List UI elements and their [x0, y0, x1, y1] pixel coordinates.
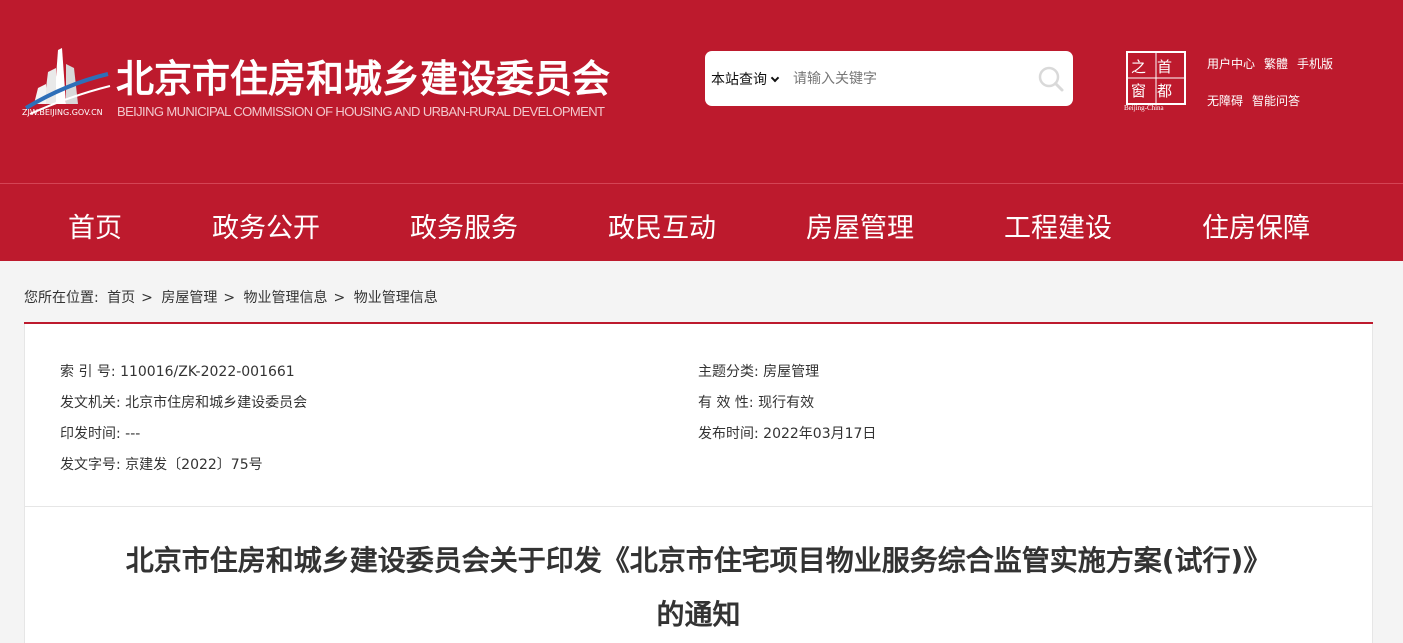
search-scope-label: 本站查询 [711, 72, 767, 88]
search-icon[interactable] [1037, 65, 1065, 93]
nav-item-gov-affairs-open[interactable]: 政务公开 [212, 206, 320, 245]
meta-value: 110016/ZK-2022-001661 [120, 364, 295, 380]
traditional-chinese-link[interactable]: 繁體 [1264, 57, 1288, 71]
nav-item-gov-services[interactable]: 政务服务 [410, 206, 518, 245]
search-scope-select[interactable]: 本站查询 [711, 69, 780, 89]
site-title-en: BEIJING MUNICIPAL COMMISSION OF HOUSING … [117, 104, 605, 119]
meta-publish-date: 发布时间: 2022年03月17日 [698, 423, 876, 443]
mobile-version-link[interactable]: 手机版 [1297, 57, 1333, 71]
breadcrumb-item[interactable]: 房屋管理 [161, 290, 217, 306]
meta-topic: 主题分类: 房屋管理 [698, 361, 819, 381]
badge-subtitle: Beijing-China [1124, 104, 1164, 112]
breadcrumb-separator: > [141, 290, 153, 306]
document-title-line: 北京市住房和城乡建设委员会关于印发《北京市住宅项目物业服务综合监管实施方案(试行… [125, 544, 1272, 577]
meta-value: 现行有效 [758, 395, 815, 411]
breadcrumb-prefix: 您所在位置: [24, 290, 99, 306]
badge-char: 首 [1157, 58, 1173, 76]
meta-doc-number: 发文字号: 京建发〔2022〕75号 [60, 454, 263, 474]
meta-value: 2022年03月17日 [763, 426, 877, 442]
meta-issuer: 发文机关: 北京市住房和城乡建设委员会 [60, 392, 307, 412]
smart-qa-link[interactable]: 智能问答 [1252, 94, 1300, 108]
breadcrumb-item[interactable]: 首页 [107, 290, 135, 306]
search-input[interactable] [793, 65, 1023, 93]
meta-index: 索 引 号: 110016/ZK-2022-001661 [60, 361, 295, 381]
nav-item-interaction[interactable]: 政民互动 [608, 206, 716, 245]
breadcrumb-separator: > [223, 290, 236, 306]
article-card: 索 引 号: 110016/ZK-2022-001661 主题分类: 房屋管理 … [24, 324, 1373, 643]
site-header: ZJW.BEIJING.GOV.CN 北京市住房和城乡建设委员会 BEIJING… [0, 0, 1403, 183]
nav-item-home[interactable]: 首页 [68, 206, 122, 245]
meta-value: 京建发〔2022〕75号 [125, 457, 263, 473]
user-center-link[interactable]: 用户中心 [1207, 57, 1255, 71]
meta-label: 印发时间: [60, 426, 121, 442]
breadcrumb: 您所在位置: 首页 > 房屋管理 > 物业管理信息 > 物业管理信息 [24, 287, 442, 307]
logo-domain-text: ZJW.BEIJING.GOV.CN [22, 108, 103, 117]
chevron-down-icon [770, 73, 780, 83]
top-links: 用户中心 繁體 手机版 无障碍 智能问答 [1207, 55, 1397, 129]
breadcrumb-item[interactable]: 物业管理信息 [354, 290, 438, 306]
meta-label: 有 效 性: [698, 395, 754, 411]
meta-value: 北京市住房和城乡建设委员会 [125, 395, 308, 411]
meta-print-date: 印发时间: --- [60, 423, 140, 443]
meta-value: --- [125, 426, 141, 442]
meta-label: 发文机关: [60, 395, 121, 411]
badge-char: 之 [1131, 58, 1147, 76]
document-title: 北京市住房和城乡建设委员会关于印发《北京市住宅项目物业服务综合监管实施方案(试行… [25, 534, 1372, 642]
badge-char: 都 [1157, 82, 1173, 100]
nav-item-housing-management[interactable]: 房屋管理 [806, 206, 914, 245]
breadcrumb-separator: > [333, 290, 346, 306]
nav-item-engineering[interactable]: 工程建设 [1004, 206, 1112, 245]
main-nav: 首页 政务公开 政务服务 政民互动 房屋管理 工程建设 住房保障 [0, 183, 1403, 261]
nav-item-housing-security[interactable]: 住房保障 [1202, 206, 1310, 245]
meta-validity: 有 效 性: 现行有效 [698, 392, 814, 412]
site-title[interactable]: 北京市住房和城乡建设委员会 [116, 48, 610, 103]
document-metadata: 索 引 号: 110016/ZK-2022-001661 主题分类: 房屋管理 … [25, 324, 1372, 507]
document-title-line: 的通知 [656, 598, 741, 631]
meta-label: 发布时间: [698, 426, 759, 442]
breadcrumb-item[interactable]: 物业管理信息 [244, 290, 328, 306]
meta-label: 索 引 号: [60, 364, 116, 380]
badge-char: 窗 [1131, 82, 1147, 100]
meta-label: 发文字号: [60, 457, 121, 473]
accessibility-link[interactable]: 无障碍 [1207, 94, 1243, 108]
search-box: 本站查询 [705, 51, 1073, 106]
meta-label: 主题分类: [698, 364, 759, 380]
meta-value: 房屋管理 [763, 364, 820, 380]
